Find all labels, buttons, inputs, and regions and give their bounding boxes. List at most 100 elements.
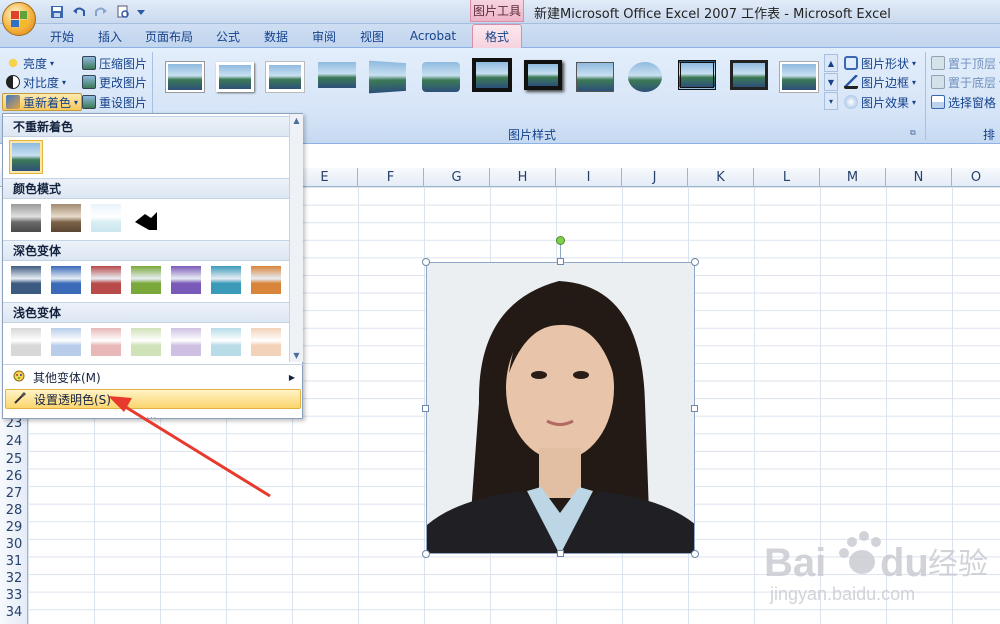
picture-style[interactable] (266, 62, 304, 92)
dark-variation-option[interactable] (251, 266, 281, 294)
undo-icon[interactable] (70, 3, 88, 21)
gallery-scroll[interactable]: ▲ ▼ ▾ (824, 54, 838, 110)
picture-style[interactable] (216, 62, 254, 92)
picture-style[interactable] (678, 60, 716, 90)
light-variation-option[interactable] (91, 328, 121, 356)
resize-handle[interactable] (691, 550, 699, 558)
column-header[interactable]: K (688, 168, 754, 187)
dialog-launcher-icon[interactable]: ⧉ (910, 128, 916, 138)
column-header[interactable]: F (358, 168, 424, 187)
send-to-back-button[interactable]: 置于底层▾ (931, 73, 1000, 91)
column-header[interactable]: I (556, 168, 622, 187)
column-header[interactable]: N (886, 168, 952, 187)
tab-format[interactable]: 格式 (472, 24, 522, 48)
picture-style[interactable] (628, 62, 662, 92)
picture-style[interactable] (730, 60, 768, 90)
redo-icon[interactable] (92, 3, 110, 21)
selection-pane-button[interactable]: 选择窗格 (931, 93, 996, 111)
light-variation-option[interactable] (171, 328, 201, 356)
row-header[interactable]: 28 (0, 501, 28, 519)
recolor-button[interactable]: 重新着色 ▾ (2, 93, 83, 111)
column-header[interactable]: H (490, 168, 556, 187)
grayscale-option[interactable] (11, 204, 41, 232)
save-icon[interactable] (48, 3, 66, 21)
column-header[interactable]: G (424, 168, 490, 187)
picture-style[interactable] (422, 62, 460, 92)
washout-option[interactable] (91, 204, 121, 232)
column-header[interactable]: J (622, 168, 688, 187)
tab-page-layout[interactable]: 页面布局 (138, 24, 200, 48)
brightness-button[interactable]: 亮度 ▾ (6, 54, 54, 72)
light-variation-option[interactable] (131, 328, 161, 356)
picture-border-button[interactable]: 图片边框 ▾ (844, 73, 916, 91)
column-header[interactable]: O (952, 168, 1000, 187)
picture-style[interactable] (318, 62, 356, 88)
dark-variation-option[interactable] (11, 266, 41, 294)
gallery-up-icon[interactable]: ▲ (824, 54, 838, 72)
gallery-more-icon[interactable]: ▾ (824, 92, 838, 110)
column-header[interactable]: L (754, 168, 820, 187)
compress-pictures-button[interactable]: 压缩图片 (82, 54, 147, 72)
scroll-down-icon[interactable]: ▼ (290, 351, 303, 360)
row-header[interactable]: 31 (0, 552, 28, 570)
inserted-picture[interactable] (426, 262, 695, 554)
resize-handle[interactable] (691, 405, 698, 412)
tab-insert[interactable]: 插入 (88, 24, 132, 48)
light-variation-option[interactable] (211, 328, 241, 356)
row-header[interactable]: 30 (0, 535, 28, 553)
tab-formulas[interactable]: 公式 (208, 24, 248, 48)
resize-handle[interactable] (422, 550, 430, 558)
row-header[interactable]: 32 (0, 569, 28, 587)
no-recolor-option[interactable] (9, 140, 43, 174)
dropdown-scrollbar[interactable]: ▲ ▼ (289, 114, 303, 362)
customize-icon[interactable] (136, 3, 146, 21)
sepia-option[interactable] (51, 204, 81, 232)
light-variation-option[interactable] (51, 328, 81, 356)
resize-handle[interactable] (422, 258, 430, 266)
dark-variation-option[interactable] (51, 266, 81, 294)
picture-style[interactable] (472, 58, 512, 92)
row-header[interactable]: 33 (0, 586, 28, 604)
column-header[interactable]: M (820, 168, 886, 187)
reset-picture-button[interactable]: 重设图片 (82, 93, 147, 111)
row-header[interactable]: 26 (0, 467, 28, 485)
resize-handle[interactable] (422, 405, 429, 412)
light-variation-option[interactable] (251, 328, 281, 356)
resize-handle[interactable] (557, 550, 564, 557)
scroll-up-icon[interactable]: ▲ (290, 116, 303, 125)
black-white-option[interactable] (131, 204, 161, 232)
picture-style[interactable] (524, 60, 562, 90)
rotation-handle[interactable] (556, 236, 565, 245)
office-button[interactable] (2, 2, 36, 36)
picture-style[interactable] (369, 60, 406, 94)
tab-acrobat[interactable]: Acrobat (402, 24, 464, 48)
tab-data[interactable]: 数据 (256, 24, 296, 48)
dark-variation-option[interactable] (171, 266, 201, 294)
row-header[interactable]: 29 (0, 518, 28, 536)
bring-to-front-button[interactable]: 置于顶层▾ (931, 54, 1000, 72)
gallery-down-icon[interactable]: ▼ (824, 73, 838, 91)
row-header[interactable]: 27 (0, 484, 28, 502)
more-variations-item[interactable]: 其他变体(M) ▶ (5, 367, 301, 387)
resize-grip-icon[interactable]: .... (143, 411, 157, 420)
set-transparent-color-item[interactable]: 设置透明色(S) (5, 389, 301, 409)
picture-shape-button[interactable]: 图片形状 ▾ (844, 54, 916, 72)
dark-variation-option[interactable] (91, 266, 121, 294)
tab-review[interactable]: 审阅 (304, 24, 344, 48)
picture-style[interactable] (166, 62, 204, 92)
dark-variation-option[interactable] (211, 266, 241, 294)
contrast-button[interactable]: 对比度 ▾ (6, 73, 66, 91)
light-variation-option[interactable] (11, 328, 41, 356)
row-header[interactable]: 34 (0, 603, 28, 621)
picture-style[interactable] (780, 62, 818, 92)
resize-handle[interactable] (691, 258, 699, 266)
tab-view[interactable]: 视图 (352, 24, 392, 48)
tab-home[interactable]: 开始 (40, 24, 84, 48)
row-header[interactable]: 24 (0, 432, 28, 450)
row-header[interactable]: 25 (0, 450, 28, 468)
picture-effects-button[interactable]: 图片效果 ▾ (844, 93, 916, 111)
picture-style-gallery[interactable] (158, 54, 822, 108)
resize-handle[interactable] (557, 258, 564, 265)
dark-variation-option[interactable] (131, 266, 161, 294)
picture-style[interactable] (576, 62, 614, 92)
